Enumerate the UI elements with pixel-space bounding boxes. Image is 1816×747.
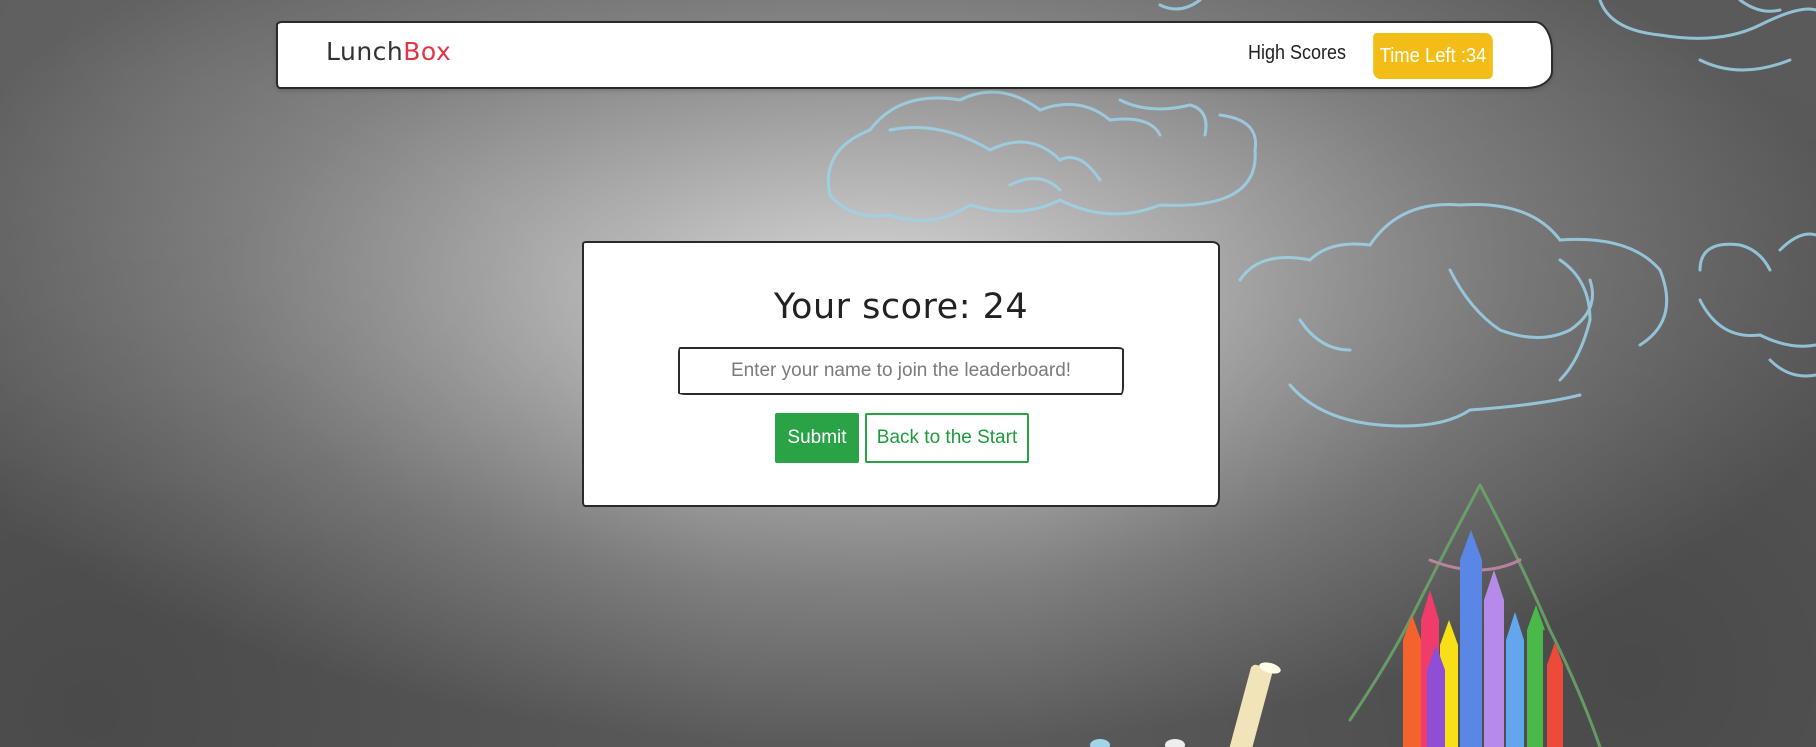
brand-logo[interactable]: LunchBox	[326, 37, 451, 66]
brand-name-part2: Box	[403, 37, 452, 66]
back-to-start-button[interactable]: Back to the Start	[865, 413, 1029, 463]
leaderboard-name-input[interactable]	[678, 347, 1124, 395]
brand-name-part1: Lunch	[326, 37, 404, 66]
time-left-badge: Time Left :34	[1373, 33, 1493, 79]
score-title: Your score: 24	[773, 287, 1029, 327]
top-navbar: LunchBox High Scores Time Left :34	[276, 21, 1553, 89]
high-scores-link[interactable]: High Scores	[1248, 42, 1346, 65]
crayons-icon	[1403, 530, 1563, 747]
submit-button[interactable]: Submit	[775, 413, 859, 463]
score-card: Your score: 24 Submit Back to the Start	[582, 241, 1220, 507]
chalk-stick-icon	[1090, 662, 1281, 747]
